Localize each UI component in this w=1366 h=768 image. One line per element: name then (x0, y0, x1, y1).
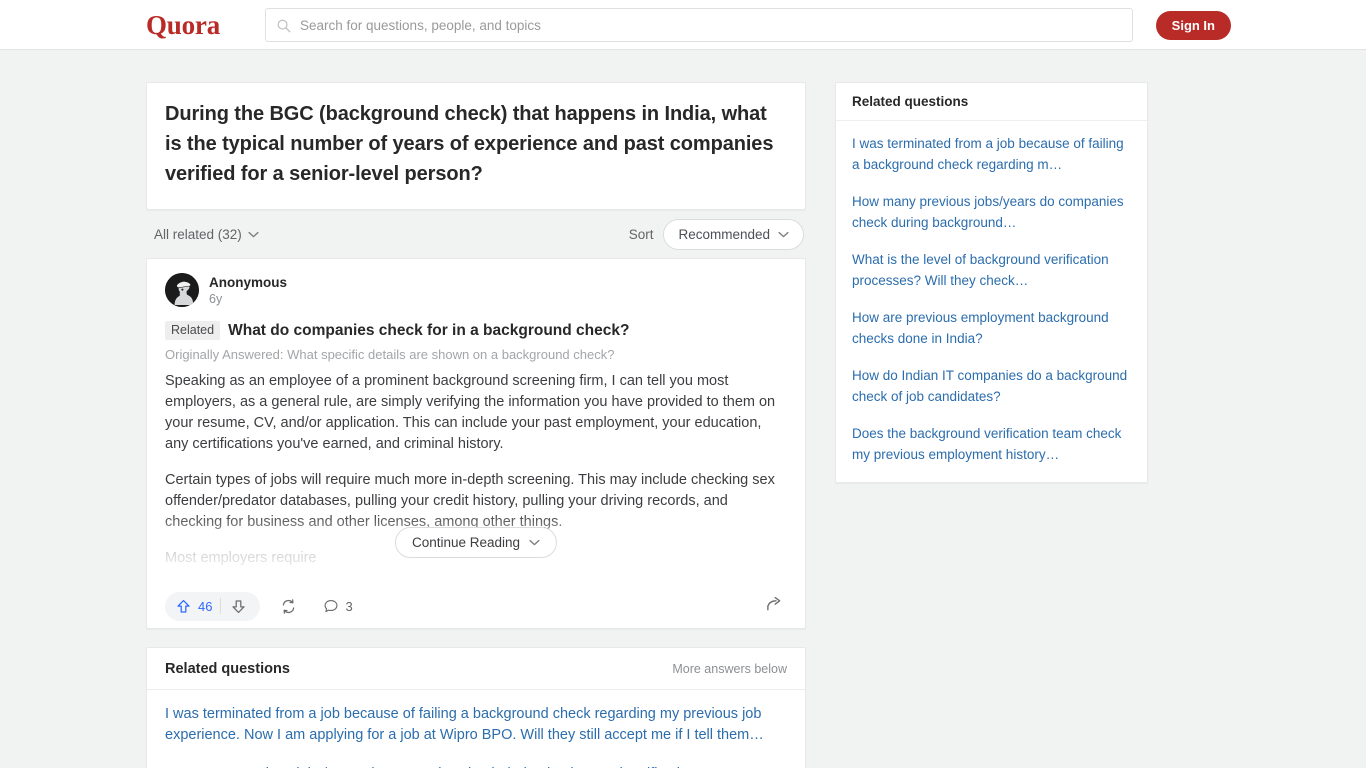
repost-button[interactable] (274, 594, 303, 619)
related-questions-heading: Related questions (165, 660, 290, 677)
page-body: During the BGC (background check) that h… (0, 50, 1366, 768)
question-title-card: During the BGC (background check) that h… (146, 82, 806, 210)
list-item[interactable]: How many previous jobs/years do companie… (165, 764, 787, 768)
answer-content: Anonymous 6y Related What do companies c… (147, 259, 805, 569)
sort-dropdown[interactable]: Recommended (663, 218, 804, 250)
sidebar-related-heading: Related questions (852, 94, 969, 109)
sidebar-related-header: Related questions (836, 83, 1147, 121)
related-questions-card: Related questions More answers below I w… (146, 647, 806, 768)
author-meta: Anonymous 6y (209, 274, 287, 307)
list-item[interactable]: How do Indian IT companies do a backgrou… (852, 366, 1131, 407)
sort-area: Sort Recommended (628, 218, 804, 250)
search-input[interactable] (300, 17, 1122, 33)
list-item[interactable]: How are previous employment background c… (852, 308, 1131, 349)
answer-paragraph: Speaking as an employee of a prominent b… (165, 373, 776, 452)
answer-action-bar: 46 3 (147, 584, 805, 628)
top-header: Quora Sign In (0, 0, 1366, 50)
sidebar-related-questions-card: Related questions I was terminated from … (835, 82, 1148, 483)
list-item[interactable]: What is the level of background verifica… (852, 250, 1131, 291)
list-item[interactable]: I was terminated from a job because of f… (852, 134, 1131, 175)
related-badge: Related (165, 321, 221, 340)
filter-sort-bar: All related (32) Sort Recommended (146, 210, 806, 258)
answer-question-title[interactable]: What do companies check for in a backgro… (228, 322, 629, 340)
main-column: During the BGC (background check) that h… (146, 82, 806, 768)
search-icon (277, 19, 291, 32)
list-item[interactable]: I was terminated from a job because of f… (165, 704, 787, 746)
answer-question-line: Related What do companies check for in a… (165, 321, 787, 340)
continue-reading-label: Continue Reading (411, 535, 521, 550)
sort-value: Recommended (678, 226, 770, 242)
share-arrow-icon (767, 596, 781, 610)
comment-bubble-icon (324, 600, 338, 613)
continue-reading-button[interactable]: Continue Reading (394, 527, 558, 558)
page-title: During the BGC (background check) that h… (165, 103, 774, 185)
comment-button[interactable]: 3 (317, 594, 358, 618)
downvote-button[interactable] (221, 593, 256, 620)
originally-answered-text: Originally Answered: What specific detai… (165, 347, 615, 362)
share-button[interactable] (761, 591, 787, 622)
all-related-dropdown[interactable]: All related (32) (148, 223, 265, 246)
upvote-button[interactable]: 46 (169, 593, 220, 620)
sidebar-related-list: I was terminated from a job because of f… (836, 121, 1147, 482)
vote-group: 46 (165, 591, 261, 621)
comment-count: 3 (345, 598, 353, 614)
sidebar-column: Related questions I was terminated from … (835, 82, 1148, 483)
list-item[interactable]: How many previous jobs/years do companie… (852, 192, 1131, 233)
sign-in-button[interactable]: Sign In (1155, 11, 1231, 40)
answer-timestamp: 6y (209, 291, 223, 306)
avatar[interactable] (165, 273, 199, 307)
repost-icon (283, 598, 295, 614)
list-item[interactable]: Does the background verification team ch… (852, 424, 1131, 465)
quora-logo[interactable]: Quora (146, 10, 220, 40)
related-questions-list: I was terminated from a job because of f… (147, 690, 805, 768)
anonymous-mask-icon (165, 273, 199, 307)
all-related-label: All related (32) (154, 226, 242, 242)
related-questions-header: Related questions More answers below (147, 648, 805, 690)
more-answers-below-label: More answers below (672, 661, 787, 676)
answer-author-row: Anonymous 6y (165, 273, 787, 307)
chevron-down-icon (248, 231, 259, 237)
chevron-down-icon (529, 539, 540, 546)
answer-paragraph: Certain types of jobs will require much … (165, 472, 775, 530)
sort-label: Sort (628, 226, 654, 242)
upvote-arrow-icon (177, 599, 190, 613)
author-name[interactable]: Anonymous (209, 274, 287, 291)
answer-card: Anonymous 6y Related What do companies c… (146, 258, 806, 629)
upvote-count: 46 (198, 598, 213, 614)
downvote-arrow-icon (232, 599, 246, 613)
search-bar[interactable] (265, 8, 1133, 42)
chevron-down-icon (778, 231, 789, 237)
